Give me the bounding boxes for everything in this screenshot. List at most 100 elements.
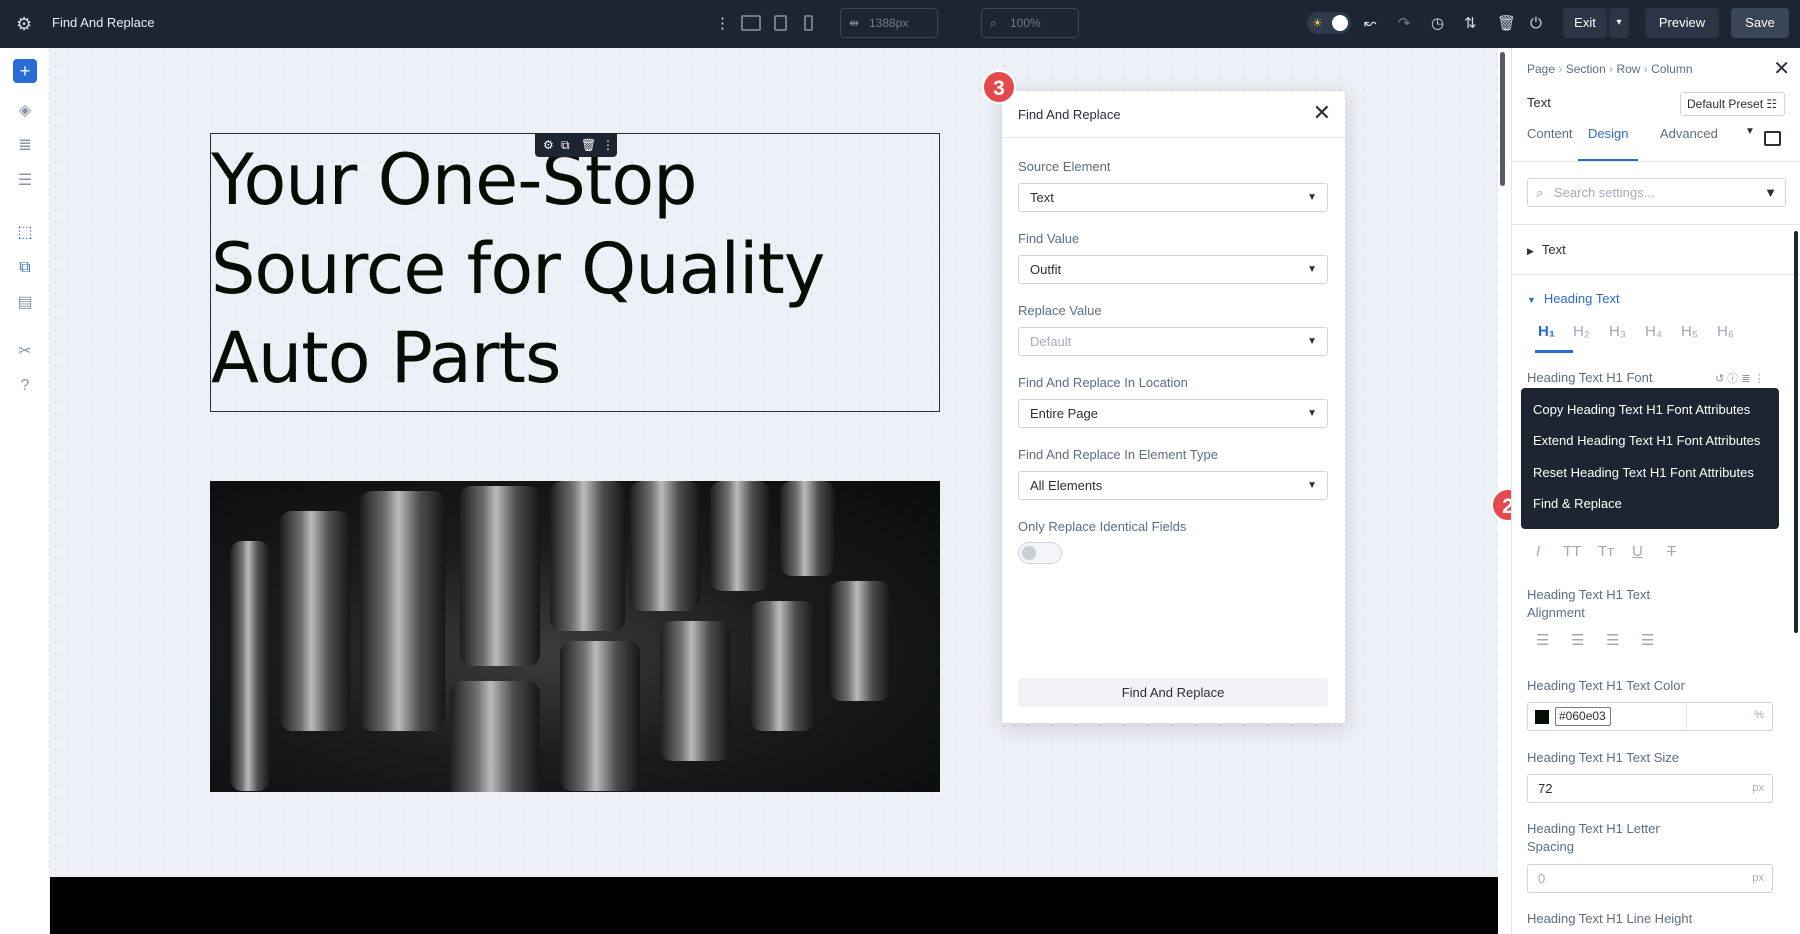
underline-icon[interactable]: U: [1632, 543, 1643, 560]
history-icon[interactable]: ◷: [1431, 0, 1444, 48]
socket-shape: [710, 481, 770, 591]
trash-icon[interactable]: 🗑: [1497, 0, 1516, 48]
chevron-down-icon: ▼: [1307, 472, 1317, 499]
cursor-select-icon[interactable]: ⬚: [13, 221, 37, 245]
chevron-down-icon: ▼: [1307, 400, 1317, 427]
panel-scrollbar[interactable]: [1794, 231, 1798, 633]
theme-toggle[interactable]: ☀: [1307, 12, 1351, 34]
element-type-select[interactable]: All Elements▼: [1018, 471, 1328, 500]
zoom-input[interactable]: ⌕100%: [981, 8, 1079, 38]
letter-spacing-label: Heading Text H1 LetterSpacing: [1527, 820, 1660, 856]
tab-design[interactable]: Design: [1588, 126, 1628, 141]
canvas-scrollbar[interactable]: [1500, 52, 1505, 186]
align-center-icon[interactable]: ☰: [1571, 631, 1584, 649]
italic-icon[interactable]: I: [1536, 543, 1540, 560]
save-button[interactable]: Save: [1731, 8, 1789, 38]
redo-icon[interactable]: ↷: [1398, 0, 1411, 48]
field-action-icons: ↺ ⓘ ≣ ⋮: [1715, 370, 1765, 386]
tab-content[interactable]: Content: [1527, 126, 1573, 141]
gear-icon[interactable]: ⚙: [16, 0, 32, 48]
exit-button[interactable]: Exit: [1563, 8, 1607, 38]
uppercase-icon[interactable]: TT: [1563, 543, 1581, 560]
toggle-knob: [1332, 15, 1348, 31]
section-heading-text[interactable]: ▼Heading Text: [1527, 291, 1620, 306]
menu-item-copy[interactable]: Copy Heading Text H1 Font Attributes: [1533, 402, 1750, 417]
sort-icon[interactable]: ⇅: [1464, 0, 1477, 48]
help-icon[interactable]: ?: [13, 374, 37, 398]
wireframe-icon[interactable]: ↜: [1364, 0, 1377, 48]
template-icon[interactable]: ▤: [13, 291, 37, 315]
menu-item-find-replace[interactable]: Find & Replace: [1533, 496, 1622, 511]
strikethrough-icon[interactable]: T: [1667, 543, 1676, 560]
align-right-icon[interactable]: ☰: [1606, 631, 1619, 649]
menu-item-extend[interactable]: Extend Heading Text H1 Font Attributes: [1533, 433, 1760, 448]
tab-advanced[interactable]: Advanced: [1660, 126, 1718, 141]
reset-icon[interactable]: ↺: [1715, 373, 1724, 385]
tab-h6[interactable]: H₆: [1717, 323, 1734, 340]
hex-input[interactable]: #060e03: [1555, 707, 1611, 726]
more-options-icon[interactable]: ⋮: [1754, 373, 1765, 385]
location-select[interactable]: Entire Page▼: [1018, 399, 1328, 428]
dynamic-data-icon[interactable]: ≣: [1741, 373, 1750, 385]
tabs-dropdown-icon[interactable]: ▼: [1745, 126, 1755, 137]
power-icon[interactable]: ⏻: [1530, 0, 1542, 48]
database-icon[interactable]: ≣: [13, 134, 37, 158]
canvas-width-input[interactable]: ⇹1388px: [840, 8, 938, 38]
find-value-select[interactable]: Outfit▼: [1018, 255, 1328, 284]
tablet-view-icon[interactable]: [774, 15, 787, 31]
divider: [1686, 703, 1687, 730]
more-icon[interactable]: ⋮: [602, 133, 614, 157]
capitalize-icon[interactable]: Tт: [1598, 543, 1614, 560]
tab-h1[interactable]: H₁: [1538, 323, 1555, 340]
exit-dropdown-icon[interactable]: ▾: [1609, 8, 1629, 38]
phone-view-icon[interactable]: [804, 15, 813, 31]
breadcrumb-item[interactable]: Page: [1527, 62, 1555, 76]
close-icon[interactable]: ✕: [1313, 101, 1331, 125]
tab-h2[interactable]: H₂: [1573, 323, 1590, 340]
multi-select-icon[interactable]: ⧉: [13, 256, 37, 280]
filter-icon[interactable]: ▼: [1764, 179, 1777, 206]
info-icon[interactable]: ⓘ: [1727, 373, 1738, 385]
identical-fields-toggle[interactable]: [1018, 542, 1062, 564]
text-size-input[interactable]: 72px: [1527, 774, 1773, 803]
section-text[interactable]: ▶Text: [1527, 242, 1566, 257]
align-justify-icon[interactable]: ☰: [1641, 631, 1654, 649]
desktop-view-icon[interactable]: [741, 15, 761, 31]
find-and-replace-button[interactable]: Find And Replace: [1018, 678, 1328, 707]
breadcrumb-item[interactable]: Section: [1566, 62, 1606, 76]
tab-h3[interactable]: H₃: [1609, 323, 1626, 340]
search-settings-input[interactable]: ⌕Search settings...▼: [1527, 178, 1786, 207]
zoom-icon: ⌕: [990, 9, 997, 37]
tab-h4[interactable]: H₄: [1645, 323, 1662, 340]
chevron-down-icon: ▼: [1307, 256, 1317, 283]
auto-parts-image: [210, 481, 940, 792]
add-icon[interactable]: +: [13, 59, 37, 83]
color-swatch[interactable]: [1535, 710, 1549, 724]
socket-shape: [360, 491, 445, 731]
letter-spacing-input[interactable]: 0px: [1527, 864, 1773, 893]
layers-icon[interactable]: ◈: [13, 99, 37, 123]
menu-item-reset[interactable]: Reset Heading Text H1 Font Attributes: [1533, 465, 1754, 480]
duplicate-icon[interactable]: ⧉: [561, 133, 570, 157]
source-element-select[interactable]: Text▼: [1018, 183, 1328, 212]
location-label: Find And Replace In Location: [1018, 375, 1188, 390]
delete-icon[interactable]: 🗑: [581, 133, 596, 157]
socket-shape: [750, 601, 815, 731]
more-vertical-icon[interactable]: ⋮: [715, 0, 730, 48]
close-panel-icon[interactable]: ✕: [1773, 56, 1790, 81]
socket-shape: [630, 481, 700, 611]
text-color-field[interactable]: #060e03 %: [1527, 702, 1773, 731]
panel-layout-icon[interactable]: [1764, 131, 1781, 146]
settings-icon[interactable]: ⚙: [543, 133, 554, 157]
align-left-icon[interactable]: ☰: [1536, 631, 1549, 649]
tab-h5[interactable]: H₅: [1681, 323, 1698, 340]
preview-button[interactable]: Preview: [1645, 8, 1719, 38]
breadcrumb-item[interactable]: Column: [1651, 62, 1692, 76]
replace-value-select[interactable]: Default▼: [1018, 327, 1328, 356]
chevron-down-icon: ▼: [1307, 328, 1317, 355]
page-heading[interactable]: Your One-Stop Source for Quality Auto Pa…: [211, 136, 939, 403]
layout-icon[interactable]: ☰: [13, 169, 37, 193]
breadcrumb-item[interactable]: Row: [1616, 62, 1640, 76]
preset-select[interactable]: Default Preset ☷: [1680, 92, 1785, 116]
tools-icon[interactable]: ✂: [13, 340, 37, 364]
